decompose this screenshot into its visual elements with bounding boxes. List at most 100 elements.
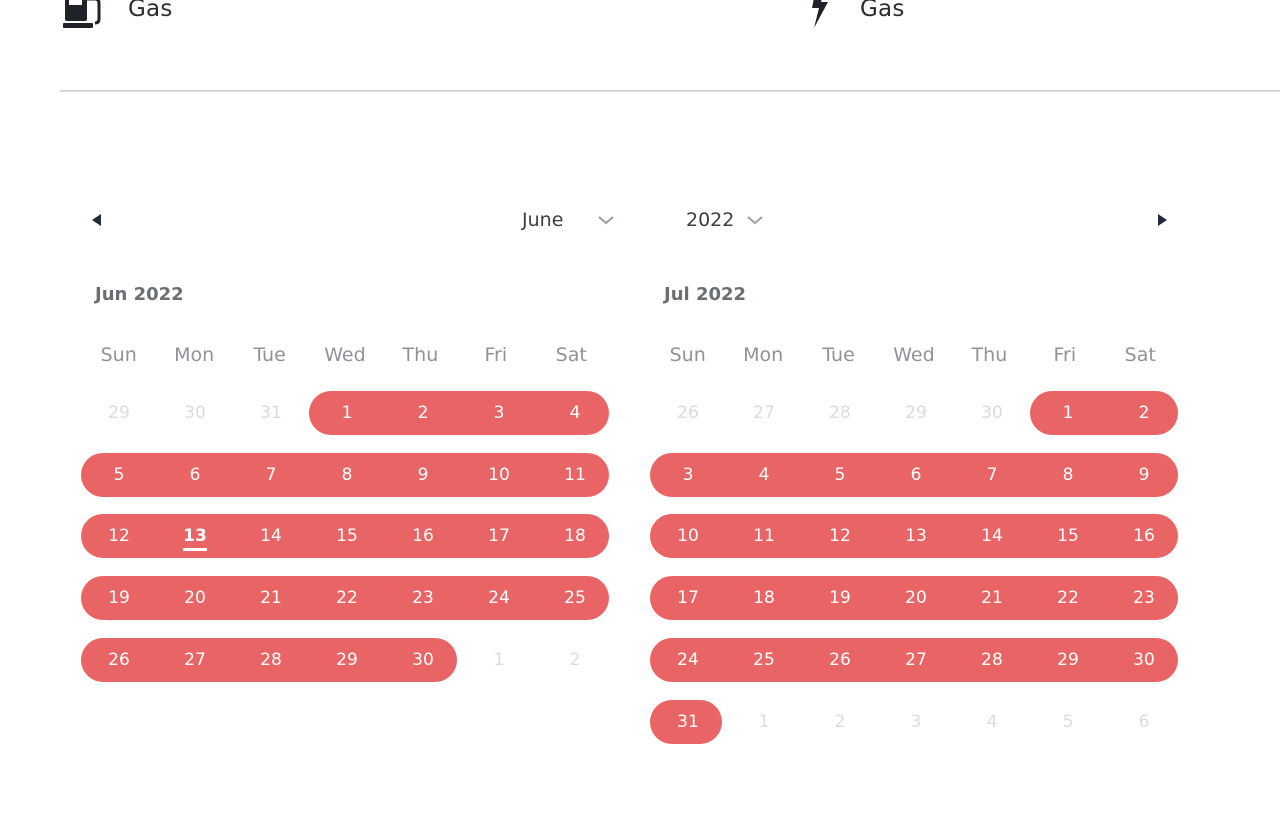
day-cell[interactable]: 3 [878,700,954,744]
month-select[interactable]: June [522,202,642,238]
day-cell[interactable]: 4 [537,391,613,435]
day-cell[interactable]: 28 [233,638,309,682]
next-month-button[interactable] [1154,212,1170,228]
day-cell[interactable]: 25 [537,576,613,620]
day-cell[interactable]: 1 [309,391,385,435]
gas-pump-icon [60,0,106,30]
day-cell[interactable]: 3 [650,453,726,497]
day-cell[interactable]: 31 [650,700,726,744]
month-panel-july: Jul 2022 Sun Mon Tue Wed Thu Fri Sat 26 2… [650,270,1178,761]
weekday-label: Tue [253,344,286,366]
day-cell[interactable]: 17 [650,576,726,620]
day-cell[interactable]: 5 [1030,700,1106,744]
day-cell[interactable]: 3 [461,391,537,435]
day-cell[interactable]: 27 [878,638,954,682]
day-cell[interactable]: 8 [309,453,385,497]
day-cell[interactable]: 11 [537,453,613,497]
day-cell[interactable]: 2 [1106,391,1182,435]
day-cell[interactable]: 30 [385,638,461,682]
day-number: 29 [108,403,130,423]
year-select[interactable]: 2022 [686,202,786,238]
day-cell[interactable]: 24 [650,638,726,682]
day-cell[interactable]: 1 [726,700,802,744]
day-cell[interactable]: 31 [233,391,309,435]
day-cell[interactable]: 4 [726,453,802,497]
day-cell[interactable]: 2 [802,700,878,744]
day-number: 18 [564,526,586,546]
prev-month-button[interactable] [89,212,105,228]
day-cell[interactable]: 22 [309,576,385,620]
day-cell[interactable]: 24 [461,576,537,620]
day-cell[interactable]: 20 [878,576,954,620]
day-cell[interactable]: 6 [157,453,233,497]
day-cell[interactable]: 27 [157,638,233,682]
day-cell[interactable]: 5 [802,453,878,497]
day-cell[interactable]: 25 [726,638,802,682]
day-cell[interactable]: 30 [1106,638,1182,682]
day-cell[interactable]: 23 [385,576,461,620]
day-cell[interactable]: 26 [650,391,726,435]
day-cell[interactable]: 7 [954,453,1030,497]
day-cell[interactable]: 29 [878,391,954,435]
day-cell[interactable]: 18 [537,514,613,558]
day-cell[interactable]: 28 [954,638,1030,682]
day-cell[interactable]: 22 [1030,576,1106,620]
day-cell[interactable]: 26 [802,638,878,682]
day-number: 26 [108,650,130,670]
day-cell[interactable]: 19 [81,576,157,620]
day-cell[interactable]: 29 [1030,638,1106,682]
day-cell[interactable]: 14 [954,514,1030,558]
day-cell[interactable]: 17 [461,514,537,558]
day-cell[interactable]: 7 [233,453,309,497]
day-number: 2 [1138,403,1150,423]
day-cell[interactable]: 9 [1106,453,1182,497]
day-cell[interactable]: 28 [802,391,878,435]
day-cell[interactable]: 26 [81,638,157,682]
day-number: 10 [488,465,510,485]
day-cell[interactable]: 4 [954,700,1030,744]
day-cell[interactable]: 19 [802,576,878,620]
day-number: 8 [341,465,353,485]
day-cell[interactable]: 15 [309,514,385,558]
day-cell-today[interactable]: 13 [157,514,233,558]
day-cell[interactable]: 2 [385,391,461,435]
utility-option-gas[interactable]: Gas [60,0,173,30]
day-cell[interactable]: 13 [878,514,954,558]
day-cell[interactable]: 30 [954,391,1030,435]
day-cell[interactable]: 9 [385,453,461,497]
day-cell[interactable]: 21 [954,576,1030,620]
day-cell[interactable]: 27 [726,391,802,435]
utility-option-electricity[interactable]: Gas [796,0,905,30]
day-cell[interactable]: 1 [461,638,537,682]
day-cell[interactable]: 16 [1106,514,1182,558]
day-number: 30 [412,650,434,670]
day-number: 4 [569,403,581,423]
day-number: 19 [108,588,130,608]
day-cell[interactable]: 10 [461,453,537,497]
day-cell[interactable]: 8 [1030,453,1106,497]
day-cell[interactable]: 5 [81,453,157,497]
day-cell[interactable]: 12 [802,514,878,558]
day-cell[interactable]: 15 [1030,514,1106,558]
day-cell[interactable]: 18 [726,576,802,620]
day-cell[interactable]: 20 [157,576,233,620]
day-cell[interactable]: 2 [537,638,613,682]
weekday-label: Wed [324,344,366,366]
day-cell[interactable]: 29 [81,391,157,435]
day-cell[interactable]: 29 [309,638,385,682]
day-cell[interactable]: 6 [1106,700,1182,744]
day-cell[interactable]: 6 [878,453,954,497]
day-cell[interactable]: 30 [157,391,233,435]
day-cell[interactable]: 16 [385,514,461,558]
day-number: 13 [183,526,207,551]
day-cell[interactable]: 11 [726,514,802,558]
day-cell[interactable]: 12 [81,514,157,558]
day-number: 2 [569,650,581,670]
day-number: 23 [1133,588,1155,608]
day-cell[interactable]: 10 [650,514,726,558]
day-number: 29 [1057,650,1079,670]
day-cell[interactable]: 1 [1030,391,1106,435]
day-cell[interactable]: 23 [1106,576,1182,620]
day-cell[interactable]: 21 [233,576,309,620]
day-cell[interactable]: 14 [233,514,309,558]
